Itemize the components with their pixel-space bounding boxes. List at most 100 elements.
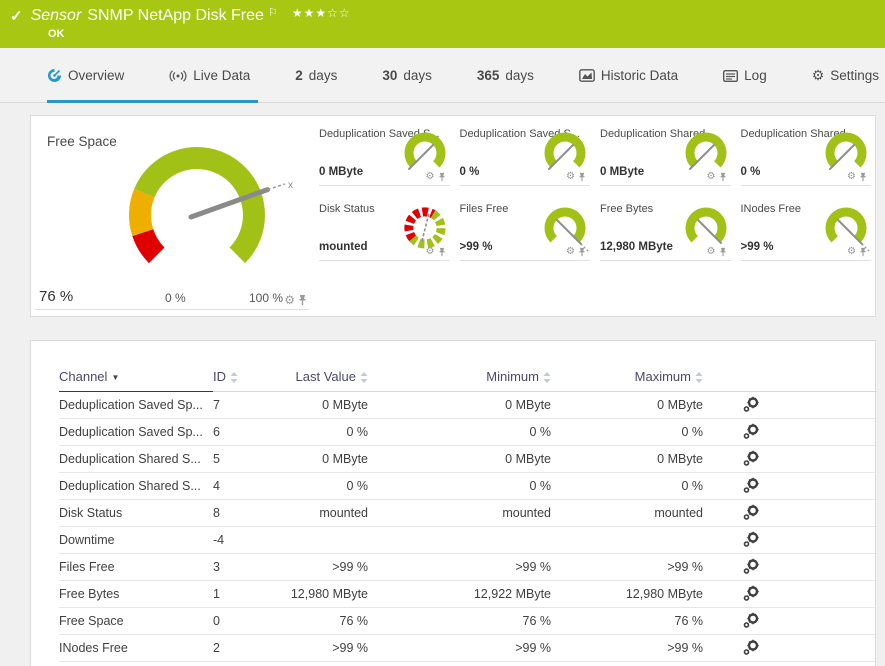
cell-minimum: 12,922 MByte	[368, 581, 551, 608]
gauge-tile-inodes-free: INodes Free >99 % ⚙	[741, 199, 872, 261]
cell-channel[interactable]: Disk Status	[59, 500, 213, 527]
gauge-title: INodes Free	[741, 203, 802, 215]
cell-channel[interactable]: INodes Free	[59, 635, 213, 662]
gauge-value: >99 %	[460, 241, 493, 253]
gauge-tile-files-free: Files Free >99 % ⚙	[460, 199, 591, 261]
cell-actions	[703, 446, 877, 473]
pin-icon[interactable]	[719, 172, 727, 182]
pin-icon[interactable]	[298, 294, 307, 306]
table-row: Deduplication Saved Sp...60 %0 %0 %	[59, 419, 877, 446]
tab-log[interactable]: Log	[723, 68, 767, 83]
tab-365-days-label: days	[505, 68, 534, 83]
table-row: Downtime-4	[59, 527, 877, 554]
pin-icon[interactable]	[859, 172, 867, 182]
channel-settings-icon[interactable]	[743, 531, 760, 550]
channel-settings-icon[interactable]	[743, 639, 760, 658]
broadcast-icon	[169, 70, 187, 82]
table-row: Deduplication Shared S...40 %0 %0 %	[59, 473, 877, 500]
cell-last-value: 0 %	[283, 473, 368, 500]
cell-maximum: 0 %	[551, 419, 703, 446]
header-minimum[interactable]: Minimum	[368, 365, 551, 392]
channel-settings-icon[interactable]	[743, 585, 760, 604]
gear-icon[interactable]: ⚙	[426, 246, 435, 257]
gear-icon[interactable]: ⚙	[566, 171, 575, 182]
gauge-value: 12,980 MByte	[600, 241, 673, 253]
tab-2-days-label: days	[309, 68, 338, 83]
gauge-value: 0 MByte	[319, 166, 363, 178]
cell-id: 6	[213, 419, 283, 446]
gauge-min-label: 0 %	[165, 291, 186, 305]
channels-panel: Channel▼ ID Last Value Minimum Maximum D…	[30, 340, 876, 666]
cell-channel[interactable]: Files Free	[59, 554, 213, 581]
tab-30-days-number: 30	[382, 68, 397, 83]
gear-icon[interactable]: ⚙	[847, 246, 856, 257]
sort-icon	[230, 372, 238, 383]
cell-channel[interactable]: Free Bytes	[59, 581, 213, 608]
cell-minimum: >99 %	[368, 635, 551, 662]
tab-log-label: Log	[744, 68, 767, 83]
page-title: SNMP NetApp Disk Free	[87, 7, 264, 25]
gauge-tile-disk-status: Disk Status mounted ⚙	[319, 199, 450, 261]
cell-maximum: >99 %	[551, 554, 703, 581]
channel-settings-icon[interactable]	[743, 558, 760, 577]
cell-id: 5	[213, 446, 283, 473]
header-channel[interactable]: Channel▼	[59, 365, 213, 392]
header-id[interactable]: ID	[213, 365, 283, 392]
header-last-value[interactable]: Last Value	[283, 365, 368, 392]
free-space-value: 76 %	[39, 288, 73, 305]
cell-maximum: 12,980 MByte	[551, 581, 703, 608]
tab-30-days[interactable]: 30 days	[382, 68, 432, 83]
gauges-panel: Free Space x 76 % 0 % 100 % ⚙ Deduplicat…	[30, 115, 876, 317]
priority-stars[interactable]: ★★★☆☆	[292, 6, 351, 20]
cell-channel[interactable]: Deduplication Shared S...	[59, 473, 213, 500]
gear-icon[interactable]: ⚙	[847, 171, 856, 182]
tab-historic-data[interactable]: Historic Data	[579, 68, 678, 83]
tab-live-data[interactable]: Live Data	[169, 68, 250, 83]
gear-icon[interactable]: ⚙	[426, 171, 435, 182]
pin-icon[interactable]	[578, 172, 586, 182]
object-kind-label: Sensor	[31, 7, 82, 25]
channel-settings-icon[interactable]	[743, 423, 760, 442]
table-row: Files Free3>99 %>99 %>99 %	[59, 554, 877, 581]
cell-channel[interactable]: Deduplication Saved Sp...	[59, 392, 213, 419]
cell-id: 0	[213, 608, 283, 635]
table-row: Deduplication Shared S...50 MByte0 MByte…	[59, 446, 877, 473]
active-tab-underline	[47, 100, 258, 103]
channel-settings-icon[interactable]	[743, 612, 760, 631]
gear-icon[interactable]: ⚙	[707, 171, 716, 182]
mini-gauges-grid: Deduplication Saved S... 0 MByte ⚙ Dedup…	[319, 124, 871, 261]
cell-channel[interactable]: Deduplication Shared S...	[59, 446, 213, 473]
pin-icon[interactable]	[578, 247, 586, 257]
gauge-needle	[422, 213, 429, 241]
pin-icon[interactable]	[438, 172, 446, 182]
cell-minimum: >99 %	[368, 554, 551, 581]
cell-channel[interactable]: Deduplication Saved Sp...	[59, 419, 213, 446]
header-maximum[interactable]: Maximum	[551, 365, 703, 392]
channel-settings-icon[interactable]	[743, 396, 760, 415]
cell-last-value: >99 %	[283, 635, 368, 662]
gear-icon[interactable]: ⚙	[566, 246, 575, 257]
gauge-value: 0 %	[741, 166, 761, 178]
pin-icon[interactable]	[859, 247, 867, 257]
flag-icon[interactable]: ⚐	[268, 6, 278, 19]
table-header-row: Channel▼ ID Last Value Minimum Maximum	[59, 365, 877, 392]
cell-last-value: 12,980 MByte	[283, 581, 368, 608]
gauge-value: mounted	[319, 241, 368, 253]
pin-icon[interactable]	[719, 247, 727, 257]
cell-channel[interactable]: Downtime	[59, 527, 213, 554]
tab-365-days[interactable]: 365 days	[477, 68, 534, 83]
tab-2-days[interactable]: 2 days	[295, 68, 337, 83]
channel-settings-icon[interactable]	[743, 450, 760, 469]
gear-icon[interactable]: ⚙	[707, 246, 716, 257]
cell-channel[interactable]: Free Space	[59, 608, 213, 635]
cell-maximum: mounted	[551, 500, 703, 527]
channels-table: Channel▼ ID Last Value Minimum Maximum D…	[59, 365, 877, 662]
tab-overview[interactable]: Overview	[47, 68, 124, 83]
cell-minimum: 76 %	[368, 608, 551, 635]
channel-settings-icon[interactable]	[743, 504, 760, 523]
tab-overview-label: Overview	[68, 68, 124, 83]
gear-icon[interactable]: ⚙	[284, 293, 295, 307]
tab-settings[interactable]: ⚙ Settings	[812, 67, 879, 84]
pin-icon[interactable]	[438, 247, 446, 257]
channel-settings-icon[interactable]	[743, 477, 760, 496]
